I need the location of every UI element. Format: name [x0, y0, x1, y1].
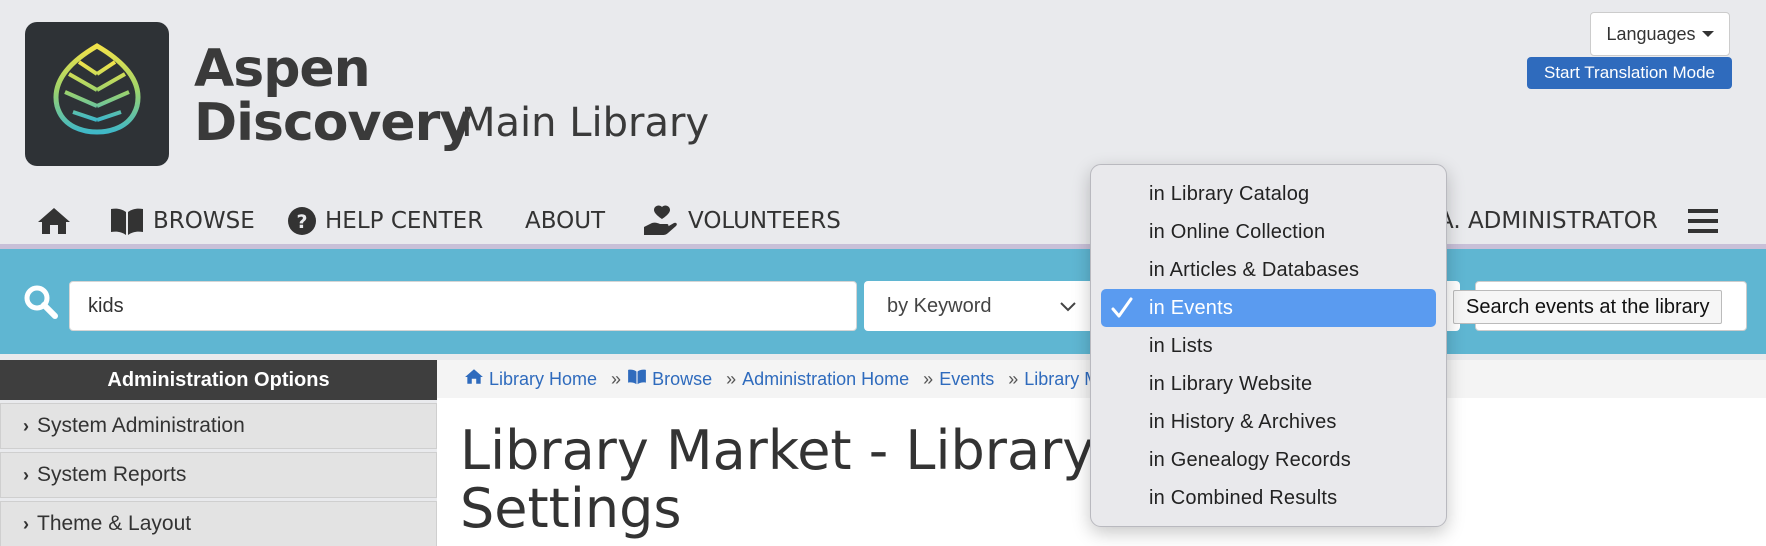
scope-option-library-website[interactable]: in Library Website — [1101, 365, 1436, 403]
breadcrumb-library-home[interactable]: Library Home — [464, 368, 597, 390]
sidebar-item-label: System Reports — [37, 463, 187, 486]
nav-browse[interactable]: Browse — [109, 196, 255, 246]
search-by-value: by Keyword — [887, 294, 992, 317]
hamburger-icon — [1688, 208, 1718, 234]
scope-option-events[interactable]: in Events — [1101, 289, 1436, 327]
languages-label: Languages — [1606, 23, 1696, 44]
nav-about-label: About — [525, 208, 606, 234]
nav-help-center[interactable]: ? Help Center — [287, 196, 483, 246]
sidebar-item-system-reports[interactable]: › System Reports — [0, 452, 437, 498]
chevron-down-icon — [1060, 295, 1076, 318]
question-circle-icon: ? — [287, 206, 317, 236]
chevron-right-icon: › — [23, 464, 29, 485]
sidebar-title: Administration Options — [0, 360, 437, 400]
brand-line-1: Aspen — [194, 39, 371, 99]
scope-option-combined-results[interactable]: in Combined Results — [1101, 479, 1436, 517]
scope-option-online-collection[interactable]: in Online Collection — [1101, 213, 1436, 251]
breadcrumb-administration-home[interactable]: Administration Home — [742, 369, 909, 390]
start-translation-button[interactable]: Start Translation Mode — [1527, 57, 1732, 89]
home-icon — [464, 368, 484, 390]
chevron-right-icon: › — [23, 415, 29, 436]
chevron-right-icon: › — [23, 513, 29, 534]
scope-option-history-archives[interactable]: in History & Archives — [1101, 403, 1436, 441]
search-input[interactable]: kids — [69, 281, 857, 331]
sidebar-item-system-administration[interactable]: › System Administration — [0, 403, 437, 449]
brand-line-2: Discovery — [194, 93, 473, 153]
nav-volunteers-label: Volunteers — [688, 208, 841, 234]
nav-about[interactable]: About — [525, 196, 605, 246]
svg-text:?: ? — [296, 211, 307, 233]
search-scope-menu: in Library Catalog in Online Collection … — [1090, 164, 1447, 527]
caret-down-icon — [1701, 31, 1714, 37]
breadcrumb-separator: » — [923, 368, 934, 389]
hand-heart-icon — [642, 205, 680, 237]
sidebar-item-theme-layout[interactable]: › Theme & Layout — [0, 501, 437, 546]
home-icon — [36, 206, 72, 236]
aspen-leaf-logo[interactable] — [25, 22, 169, 166]
nav-menu-toggle[interactable] — [1688, 196, 1718, 246]
main-nav: Browse ? Help Center About Volunteers A.… — [0, 196, 1766, 246]
library-name: Main Library — [461, 100, 710, 146]
languages-button[interactable]: Languages — [1590, 12, 1730, 56]
book-icon — [627, 368, 647, 390]
nav-user-account[interactable]: A. Administrator — [1438, 196, 1658, 246]
search-scope-tooltip: Search events at the library — [1453, 290, 1723, 324]
search-by-select[interactable]: by Keyword — [864, 281, 1099, 331]
sidebar-item-label: Theme & Layout — [37, 512, 192, 535]
nav-browse-label: Browse — [153, 208, 255, 234]
scope-option-genealogy-records[interactable]: in Genealogy Records — [1101, 441, 1436, 479]
breadcrumb-label: Library Home — [489, 368, 598, 389]
breadcrumb-label: Browse — [652, 368, 713, 389]
book-icon — [109, 206, 145, 236]
scope-option-library-catalog[interactable]: in Library Catalog — [1101, 175, 1436, 213]
breadcrumb-separator: » — [1008, 368, 1019, 389]
sidebar-item-label: System Administration — [37, 414, 245, 437]
scope-option-lists[interactable]: in Lists — [1101, 327, 1436, 365]
breadcrumb-browse[interactable]: Browse — [627, 368, 712, 390]
nav-help-center-label: Help Center — [325, 208, 484, 234]
breadcrumb-events[interactable]: Events — [939, 369, 994, 390]
scope-option-label: in Events — [1149, 296, 1234, 319]
checkmark-icon — [1111, 296, 1133, 326]
breadcrumb-separator: » — [611, 368, 622, 389]
nav-volunteers[interactable]: Volunteers — [642, 196, 841, 246]
brand-wordmark: Aspen Discovery — [194, 39, 473, 153]
admin-sidebar: Administration Options › System Administ… — [0, 360, 437, 546]
search-icon[interactable] — [24, 285, 58, 324]
breadcrumb-separator: » — [726, 368, 737, 389]
scope-option-articles-databases[interactable]: in Articles & Databases — [1101, 251, 1436, 289]
nav-home[interactable] — [36, 196, 72, 246]
user-name-label: A. Administrator — [1438, 208, 1658, 234]
